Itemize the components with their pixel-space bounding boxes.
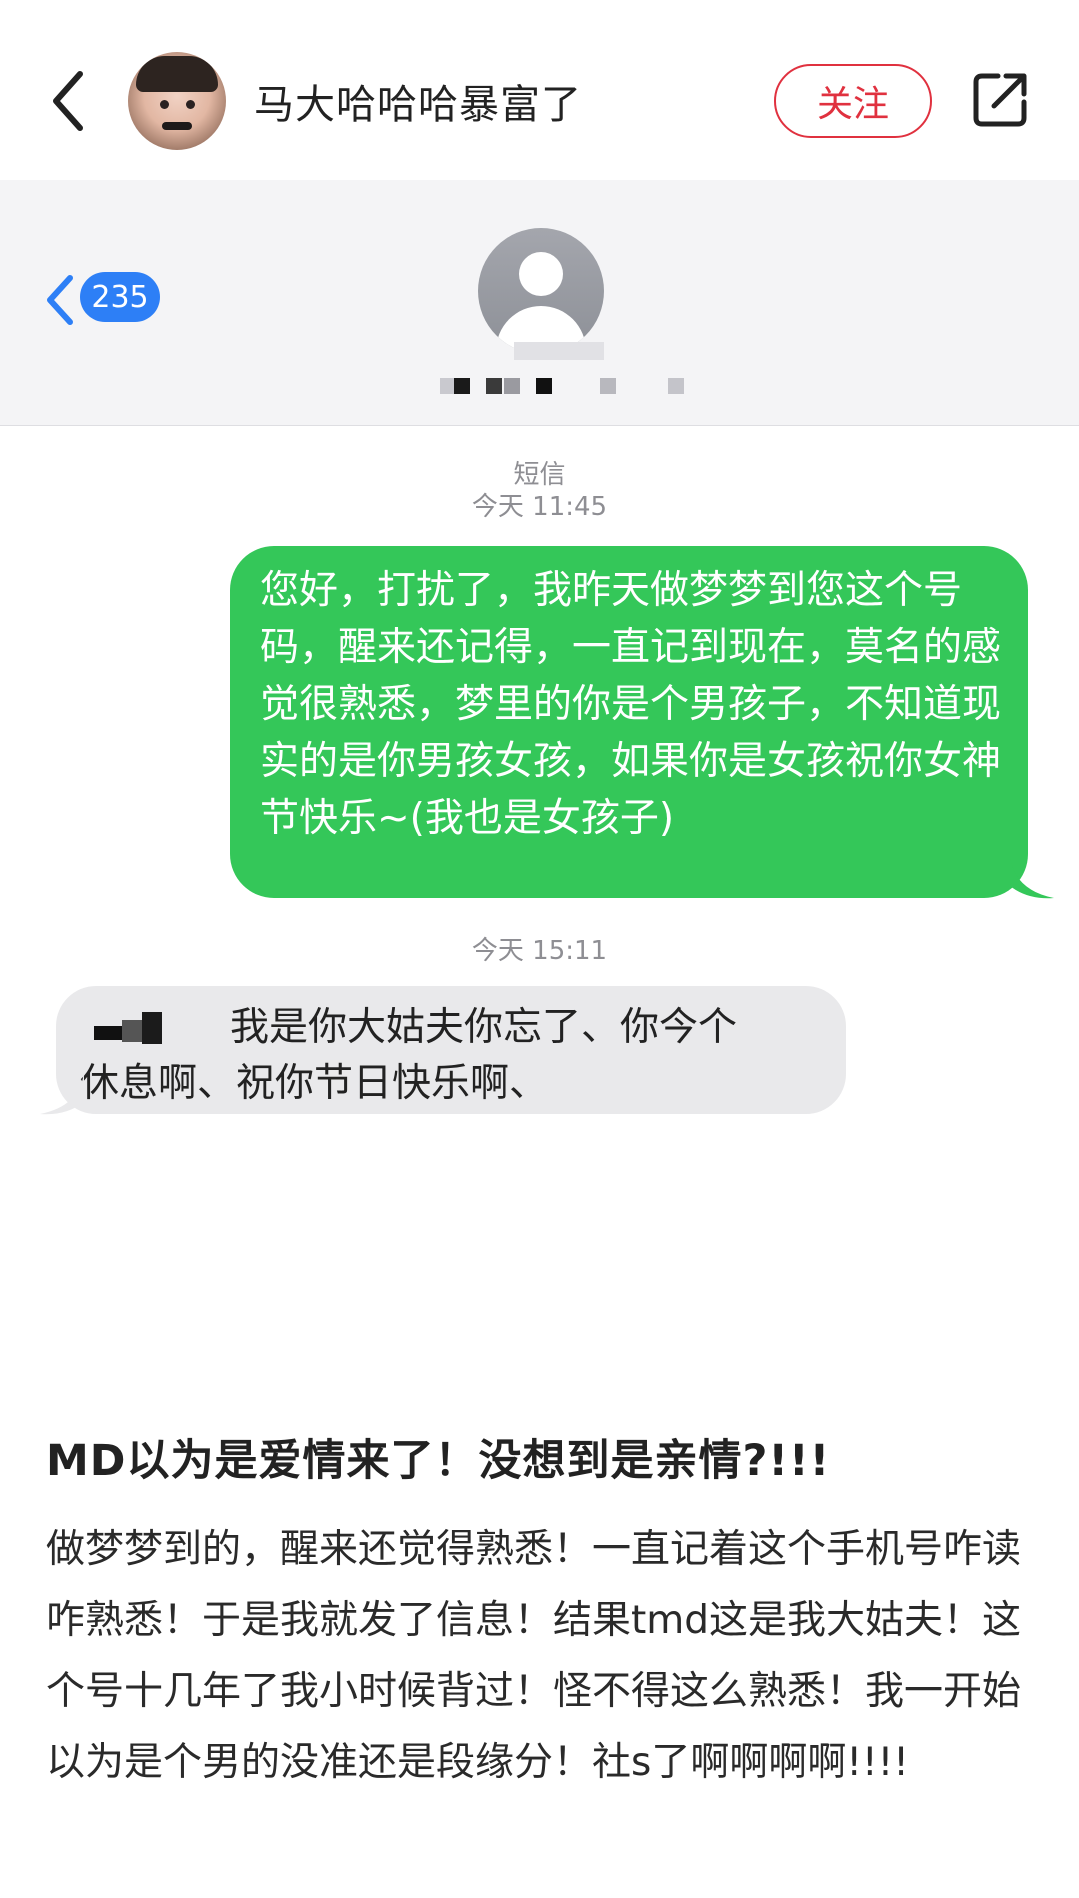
share-icon <box>973 73 1027 127</box>
person-icon <box>519 252 563 296</box>
chevron-left-icon <box>53 71 83 131</box>
redacted-contact-name <box>440 378 690 394</box>
author-avatar[interactable] <box>128 52 226 150</box>
chevron-left-icon <box>47 275 73 325</box>
redacted-text <box>80 1010 190 1050</box>
bubble-tail <box>1010 856 1054 899</box>
unread-count-badge: 235 <box>80 272 160 322</box>
timestamp: 今天 11:45 <box>471 492 608 522</box>
contact-avatar <box>478 228 604 354</box>
app-header: 马大哈哈哈暴富了 关注 <box>0 0 1079 180</box>
post-title: MD以为是爱情来了！没想到是亲情?!!! <box>46 1436 831 1486</box>
message-line: 我是你大姑夫你忘了、你今个 <box>80 1000 826 1056</box>
bubble-tail <box>40 1072 84 1115</box>
post-body: 做梦梦到的，醒来还觉得熟悉！一直记着这个手机号咋读咋熟悉！于是我就发了信息！结果… <box>46 1527 1022 1785</box>
incoming-message-bubble: 我是你大姑夫你忘了、你今个 休息啊、祝你节日快乐啊、 <box>56 986 846 1114</box>
message-line: 休息啊、祝你节日快乐啊、 <box>80 1061 549 1106</box>
follow-button[interactable]: 关注 <box>774 64 932 138</box>
share-button[interactable] <box>972 70 1030 128</box>
author-name[interactable]: 马大哈哈哈暴富了 <box>254 72 582 130</box>
outgoing-message-bubble: 您好，打扰了，我昨天做梦梦到您这个号码，醒来还记得，一直记到现在，莫名的感觉很熟… <box>230 546 1028 898</box>
message-screenshot: 235 短信 今天 11:45 您好，打扰了，我昨天做梦梦到您这个号码，醒来还记… <box>0 180 1079 1420</box>
back-button[interactable] <box>44 66 94 136</box>
messages-header: 235 <box>0 180 1079 426</box>
timestamp: 今天 15:11 <box>471 936 608 966</box>
messages-back-button <box>40 270 80 330</box>
